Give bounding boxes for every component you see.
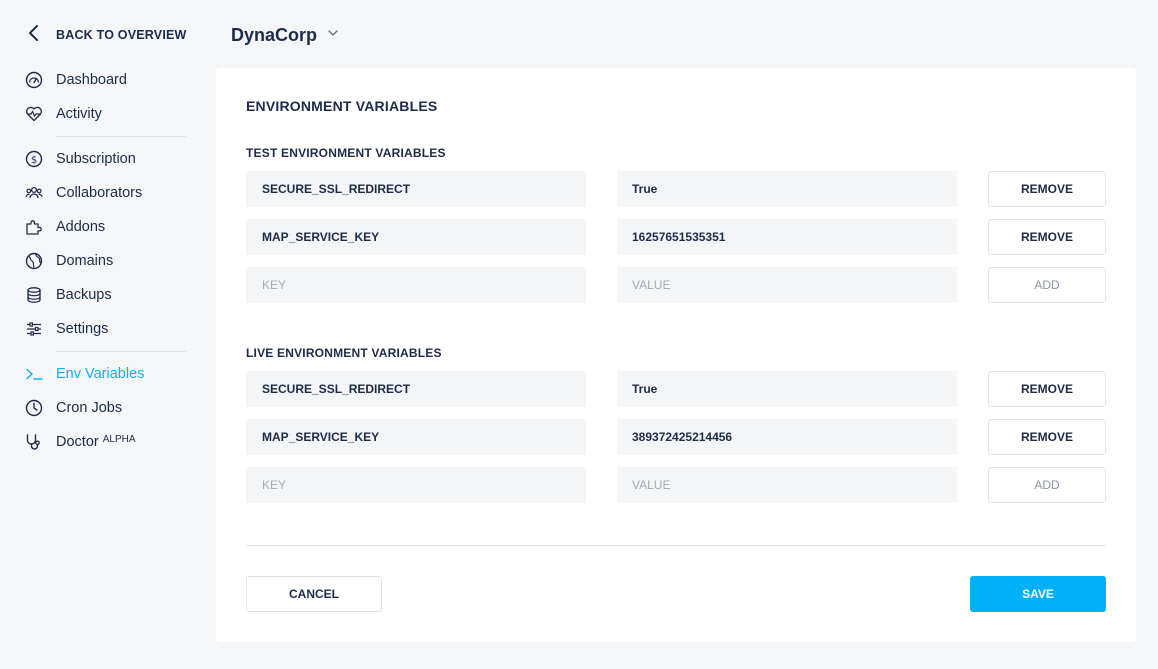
sidebar-item-label: Env Variables — [56, 366, 145, 382]
dollar-icon: $ — [24, 149, 44, 169]
sidebar-item-dashboard[interactable]: Dashboard — [24, 63, 186, 97]
env-key-field[interactable]: MAP_SERVICE_KEY — [246, 419, 586, 455]
sidebar-item-label: Activity — [56, 106, 102, 122]
sidebar-item-label: Dashboard — [56, 72, 127, 88]
sidebar-item-settings[interactable]: Settings — [24, 312, 186, 346]
new-env-row: ADD — [246, 267, 1106, 303]
org-name: DynaCorp — [231, 24, 318, 45]
new-value-field — [617, 467, 957, 503]
alpha-badge: ALPHA — [102, 433, 136, 445]
sidebar-item-backups[interactable]: Backups — [24, 278, 186, 312]
section-title: LIVE ENVIRONMENT VARIABLES — [246, 346, 442, 360]
section-title: TEST ENVIRONMENT VARIABLES — [246, 146, 446, 160]
env-value-field[interactable]: 389372425214456 — [617, 419, 957, 455]
remove-button[interactable]: REMOVE — [988, 371, 1106, 407]
sidebar-item-label: Doctor — [56, 434, 99, 450]
sidebar-item-env-variables[interactable]: Env Variables — [24, 357, 186, 391]
sidebar: BACK TO OVERVIEW Dashboard Activity $ Su… — [0, 0, 200, 669]
sidebar-item-label: Collaborators — [56, 185, 143, 201]
clock-icon — [24, 398, 44, 418]
terminal-icon — [24, 364, 44, 384]
env-value-field[interactable]: True — [617, 371, 957, 407]
sidebar-nav: Dashboard Activity $ Subscription Collab… — [24, 63, 186, 459]
sidebar-item-addons[interactable]: Addons — [24, 210, 186, 244]
database-icon — [24, 285, 44, 305]
divider — [246, 545, 1106, 546]
sidebar-item-label: Domains — [56, 253, 114, 269]
back-to-overview-label: BACK TO OVERVIEW — [56, 28, 187, 42]
sliders-icon — [24, 319, 44, 339]
cancel-button[interactable]: CANCEL — [246, 576, 382, 612]
sidebar-item-cron-jobs[interactable]: Cron Jobs — [24, 391, 186, 425]
env-value-field[interactable]: 16257651535351 — [617, 219, 957, 255]
env-key-field[interactable]: SECURE_SSL_REDIRECT — [246, 171, 586, 207]
sidebar-item-doctor[interactable]: Doctor ALPHA — [24, 425, 186, 459]
new-key-input[interactable] — [262, 478, 586, 492]
env-row: MAP_SERVICE_KEY 16257651535351 REMOVE — [246, 219, 1106, 255]
globe-icon — [24, 251, 44, 271]
sidebar-item-label: Settings — [56, 321, 109, 337]
chevron-left-icon — [24, 23, 44, 48]
new-value-input[interactable] — [632, 278, 957, 292]
sidebar-item-label: Subscription — [56, 151, 136, 167]
env-row: SECURE_SSL_REDIRECT True REMOVE — [246, 371, 1106, 407]
dashboard-icon — [24, 70, 44, 90]
new-value-input[interactable] — [632, 478, 957, 492]
back-to-overview-link[interactable]: BACK TO OVERVIEW — [24, 24, 187, 46]
svg-text:$: $ — [31, 155, 37, 166]
test-env-section: TEST ENVIRONMENT VARIABLES SECURE_SSL_RE… — [246, 146, 1106, 303]
nav-divider — [56, 136, 186, 137]
sidebar-item-label: Backups — [56, 287, 112, 303]
env-variables-card: ENVIRONMENT VARIABLES TEST ENVIRONMENT V… — [216, 68, 1136, 642]
env-key-field[interactable]: MAP_SERVICE_KEY — [246, 219, 586, 255]
sidebar-item-label: Addons — [56, 219, 106, 235]
env-key-field[interactable]: SECURE_SSL_REDIRECT — [246, 371, 586, 407]
add-button[interactable]: ADD — [988, 467, 1106, 503]
users-icon — [24, 183, 44, 203]
sidebar-item-label: Cron Jobs — [56, 400, 123, 416]
stethoscope-icon — [24, 432, 44, 452]
env-row: SECURE_SSL_REDIRECT True REMOVE — [246, 171, 1106, 207]
remove-button[interactable]: REMOVE — [988, 171, 1106, 207]
puzzle-icon — [24, 217, 44, 237]
new-key-input[interactable] — [262, 278, 586, 292]
remove-button[interactable]: REMOVE — [988, 419, 1106, 455]
new-value-field — [617, 267, 957, 303]
page-title: ENVIRONMENT VARIABLES — [246, 98, 438, 114]
sidebar-item-subscription[interactable]: $ Subscription — [24, 142, 186, 176]
new-key-field — [246, 467, 586, 503]
sidebar-item-collaborators[interactable]: Collaborators — [24, 176, 186, 210]
env-row: MAP_SERVICE_KEY 389372425214456 REMOVE — [246, 419, 1106, 455]
env-value-field[interactable]: True — [617, 171, 957, 207]
heartbeat-icon — [24, 104, 44, 124]
live-env-section: LIVE ENVIRONMENT VARIABLES SECURE_SSL_RE… — [246, 346, 1106, 503]
new-env-row: ADD — [246, 467, 1106, 503]
org-switcher[interactable]: DynaCorp — [231, 22, 339, 48]
save-button[interactable]: SAVE — [970, 576, 1106, 612]
remove-button[interactable]: REMOVE — [988, 219, 1106, 255]
nav-divider — [56, 351, 186, 352]
add-button[interactable]: ADD — [988, 267, 1106, 303]
sidebar-item-domains[interactable]: Domains — [24, 244, 186, 278]
chevron-down-icon — [317, 26, 339, 44]
new-key-field — [246, 267, 586, 303]
sidebar-item-activity[interactable]: Activity — [24, 97, 186, 131]
